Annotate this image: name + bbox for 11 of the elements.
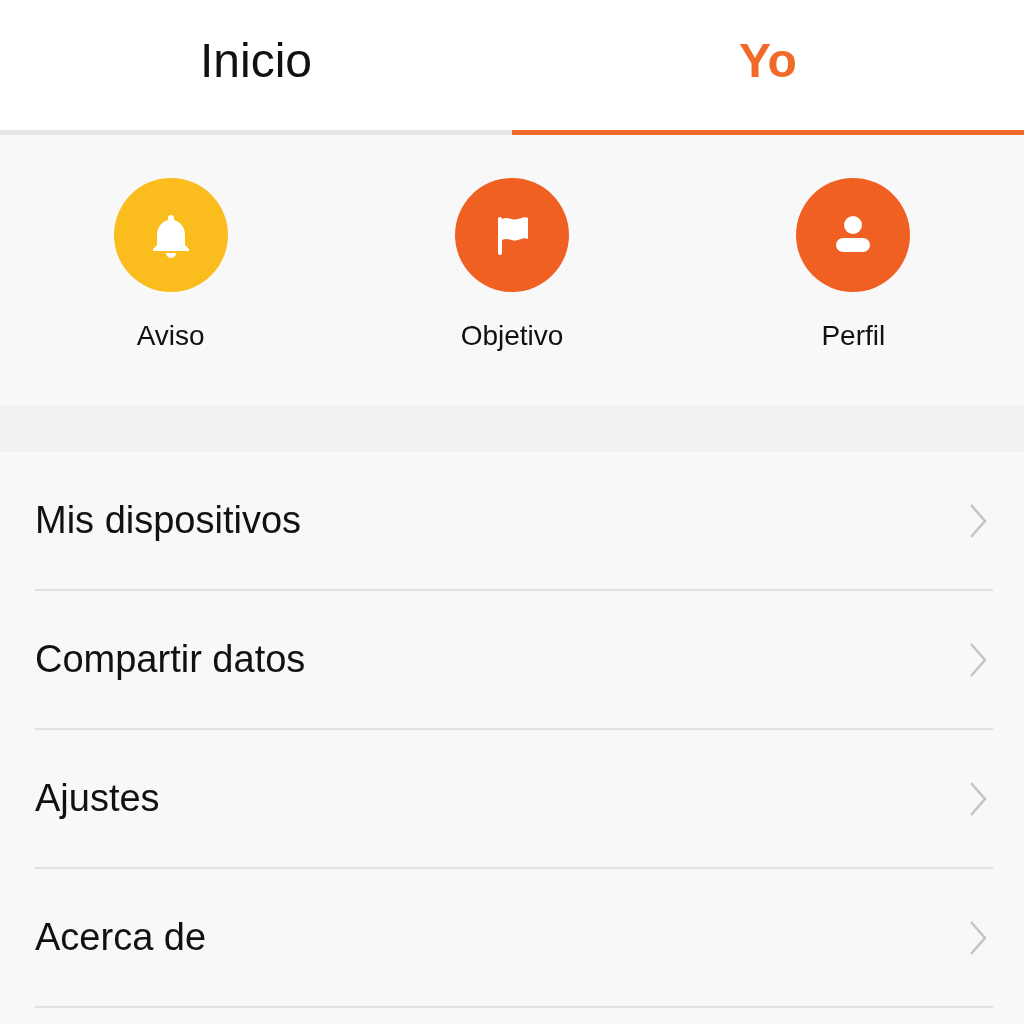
chevron-icon <box>968 919 988 956</box>
chevron-icon <box>968 780 988 817</box>
menu-item[interactable]: Compartir datos <box>35 591 993 730</box>
chevron-icon <box>968 502 988 539</box>
shortcut-button[interactable]: Objetivo <box>341 135 683 405</box>
shortcut-button[interactable]: Perfil <box>682 135 1024 405</box>
menu-item[interactable]: Ajustes <box>35 730 993 869</box>
menu-item[interactable]: Acerca de <box>35 869 993 1008</box>
chevron-icon <box>968 641 988 678</box>
menu-item[interactable]: Mis dispositivos <box>35 452 993 591</box>
shortcut-button[interactable]: Aviso <box>0 135 342 405</box>
